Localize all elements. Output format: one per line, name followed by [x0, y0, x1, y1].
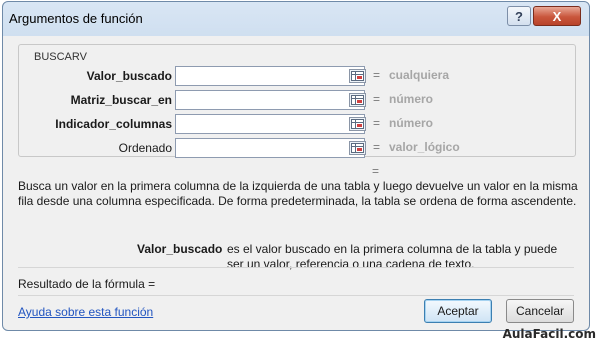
valor-buscado-input[interactable] [175, 66, 365, 86]
title-bar[interactable]: Argumentos de función ? X [3, 2, 589, 36]
equals-sign: = [373, 140, 381, 154]
range-select-icon [351, 143, 364, 153]
accept-button[interactable]: Aceptar [424, 299, 492, 323]
range-select-icon [351, 119, 364, 129]
range-select-icon [351, 71, 364, 81]
close-icon: X [552, 8, 562, 24]
help-link[interactable]: Ayuda sobre esta función [18, 305, 153, 319]
equals-sign: = [373, 68, 381, 82]
collapse-dialog-button[interactable] [349, 141, 366, 155]
argument-row-valor-buscado: Valor_buscado = cualquiera [19, 66, 577, 86]
argument-label: Ordenado [118, 141, 172, 155]
arguments-group: BUSCARV Valor_buscado = cualquiera Matri… [18, 44, 577, 158]
argument-type-hint: valor_lógico [389, 140, 460, 154]
collapse-dialog-button[interactable] [349, 117, 366, 131]
argument-label: Indicador_columnas [55, 117, 172, 131]
argument-row-ordenado: Ordenado = valor_lógico [19, 138, 577, 158]
argument-type-hint: número [389, 92, 434, 106]
argument-row-matriz-buscar-en: Matriz_buscar_en = número [19, 90, 577, 110]
function-arguments-dialog: Argumentos de función ? X BUSCARV Valor_… [2, 1, 590, 331]
function-name: BUSCARV [32, 51, 89, 63]
argument-type-hint: cualquiera [389, 68, 450, 82]
function-result-equals: = [372, 164, 380, 178]
range-select-icon [351, 95, 364, 105]
divider [18, 267, 574, 268]
argument-type-hint: número [389, 116, 434, 130]
argument-label: Matriz_buscar_en [70, 93, 172, 107]
dialog-body: BUSCARV Valor_buscado = cualquiera Matri… [10, 36, 583, 325]
function-description: Busca un valor en la primera columna de … [18, 179, 578, 208]
parameter-name: Valor_buscado [137, 242, 223, 256]
argument-row-indicador-columnas: Indicador_columnas = número [19, 114, 577, 134]
close-button[interactable]: X [533, 6, 581, 26]
matriz-buscar-en-input[interactable] [175, 90, 365, 110]
ordenado-input[interactable] [175, 138, 365, 158]
equals-sign: = [373, 116, 381, 130]
collapse-dialog-button[interactable] [349, 93, 366, 107]
equals-sign: = [373, 92, 381, 106]
indicador-columnas-input[interactable] [175, 114, 365, 134]
argument-label: Valor_buscado [86, 69, 172, 83]
collapse-dialog-button[interactable] [349, 69, 366, 83]
divider [18, 295, 574, 296]
question-icon: ? [515, 8, 523, 24]
formula-result: Resultado de la fórmula = [18, 277, 156, 291]
help-button[interactable]: ? [507, 6, 531, 26]
dialog-title: Argumentos de función [9, 11, 143, 26]
watermark-logo: AulaFacil.com [502, 327, 596, 341]
cancel-button[interactable]: Cancelar [506, 299, 574, 323]
